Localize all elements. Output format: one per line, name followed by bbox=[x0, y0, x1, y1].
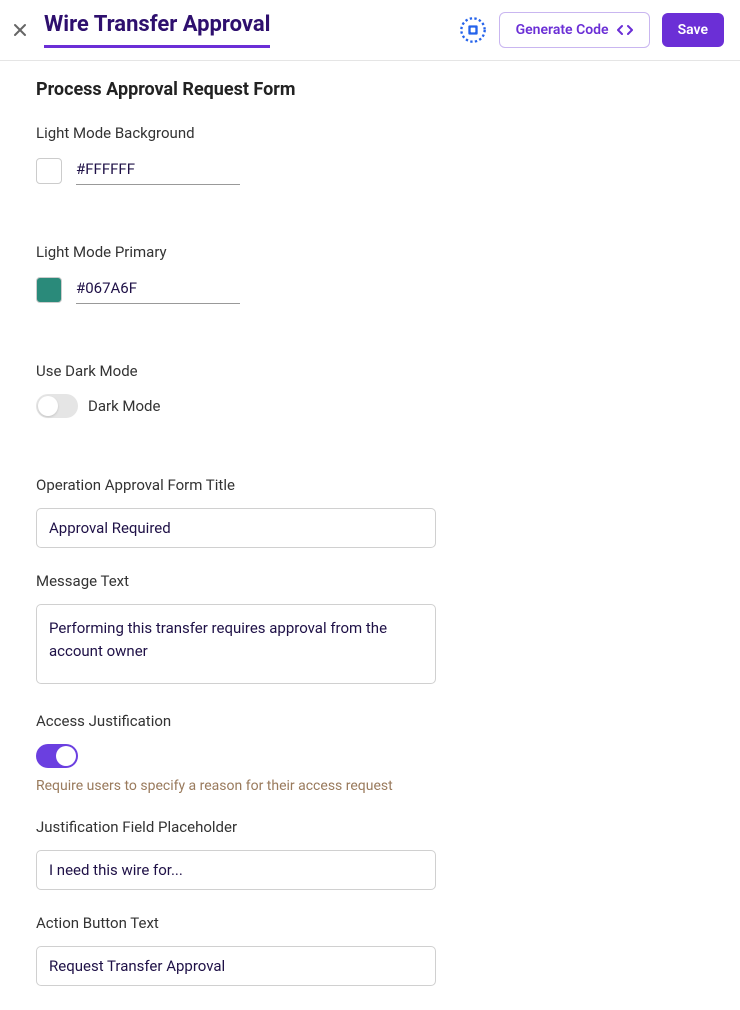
access-justification-helper: Require users to specify a reason for th… bbox=[36, 778, 704, 794]
generate-code-button[interactable]: Generate Code bbox=[499, 12, 650, 48]
action-button-input[interactable] bbox=[36, 946, 436, 986]
dark-mode-label: Use Dark Mode bbox=[36, 362, 704, 380]
code-icon bbox=[617, 23, 633, 37]
form-content: Process Approval Request Form Light Mode… bbox=[0, 61, 740, 1010]
save-label: Save bbox=[678, 22, 708, 38]
message-text-label: Message Text bbox=[36, 572, 704, 590]
close-icon bbox=[12, 22, 28, 38]
toggle-knob bbox=[38, 396, 58, 416]
justification-placeholder-input[interactable] bbox=[36, 850, 436, 890]
message-text-input[interactable] bbox=[36, 604, 436, 684]
light-bg-label: Light Mode Background bbox=[36, 124, 704, 142]
access-justification-row bbox=[36, 744, 704, 768]
access-justification-label: Access Justification bbox=[36, 712, 704, 730]
header: Wire Transfer Approval Generate Code Sav… bbox=[0, 0, 740, 61]
light-bg-swatch[interactable] bbox=[36, 158, 62, 184]
light-primary-label: Light Mode Primary bbox=[36, 243, 704, 261]
close-button[interactable] bbox=[8, 18, 32, 42]
light-bg-row bbox=[36, 156, 704, 185]
form-title-label: Operation Approval Form Title bbox=[36, 476, 704, 494]
light-primary-swatch[interactable] bbox=[36, 277, 62, 303]
justification-placeholder-label: Justification Field Placeholder bbox=[36, 818, 704, 836]
form-title-input[interactable] bbox=[36, 508, 436, 548]
action-button-label: Action Button Text bbox=[36, 914, 704, 932]
page-title: Wire Transfer Approval bbox=[44, 12, 270, 47]
access-justification-toggle[interactable] bbox=[36, 744, 78, 768]
dark-mode-row: Dark Mode bbox=[36, 394, 704, 418]
generate-code-label: Generate Code bbox=[516, 22, 609, 38]
toggle-knob bbox=[56, 746, 76, 766]
light-primary-input[interactable] bbox=[76, 275, 240, 304]
light-primary-row bbox=[36, 275, 704, 304]
save-button[interactable]: Save bbox=[662, 13, 724, 47]
light-bg-input[interactable] bbox=[76, 156, 240, 185]
chip-icon bbox=[459, 16, 487, 44]
dark-mode-toggle[interactable] bbox=[36, 394, 78, 418]
dark-mode-toggle-label: Dark Mode bbox=[88, 397, 160, 415]
section-title: Process Approval Request Form bbox=[36, 79, 704, 100]
